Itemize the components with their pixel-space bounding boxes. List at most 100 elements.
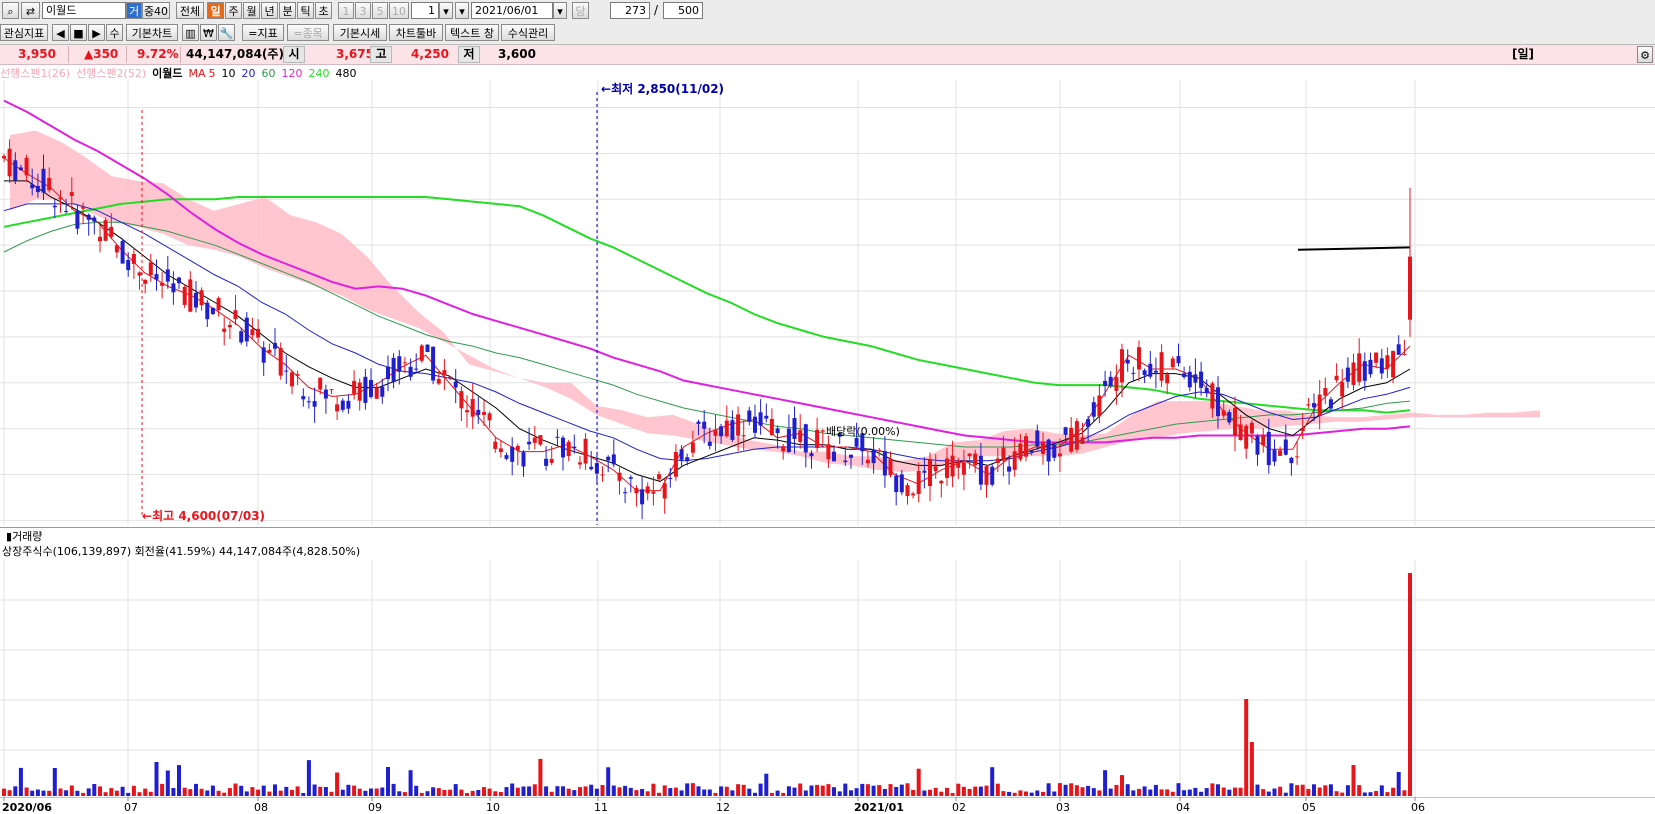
volume-bar [786, 786, 791, 796]
watch-indicator-button[interactable]: 관심지표 [0, 24, 48, 41]
swap-icon[interactable]: ⇄ [21, 2, 40, 19]
volume-bar [1057, 783, 1062, 796]
num-3-button[interactable]: 3 [355, 2, 371, 19]
next-icon[interactable]: ▶ [88, 24, 105, 41]
period-tick-button[interactable]: 틱 [297, 2, 314, 19]
basic-quote-button[interactable]: 기본시세 [333, 24, 387, 41]
num-5-button[interactable]: 5 [372, 2, 388, 19]
candle-body [882, 451, 887, 476]
total-count-input[interactable]: 500 [663, 2, 703, 19]
volume-bar [589, 784, 594, 796]
num-10-button[interactable]: 10 [389, 2, 409, 19]
volume-bar [668, 788, 673, 796]
basic-chart-button[interactable]: 기본차트 [126, 24, 178, 41]
candle-body [1024, 436, 1028, 457]
candle-body [1317, 394, 1322, 416]
candle-body [109, 226, 114, 237]
volume-bar [30, 790, 35, 796]
volume-bar [623, 785, 628, 796]
trade-volume: 44,147,084(주) [186, 47, 284, 61]
volume-bar [515, 787, 520, 796]
text-window-button[interactable]: 텍스트 창 [445, 24, 499, 41]
stock-button[interactable]: =종목 [287, 24, 329, 41]
search-icon[interactable]: ⌕ [2, 2, 19, 19]
candle-body [707, 441, 712, 446]
volume-bar [702, 789, 707, 796]
indicator-button[interactable]: =지표 [242, 24, 284, 41]
candle-body [346, 400, 351, 409]
volume-bar [86, 788, 91, 796]
won-icon[interactable]: ₩ [200, 24, 217, 41]
wrench-icon[interactable]: 🔧 [218, 24, 235, 41]
volume-bar [1238, 787, 1243, 796]
count-input[interactable]: 1 [411, 2, 439, 19]
volume-bar [58, 788, 63, 796]
volume-chart[interactable] [0, 560, 1655, 797]
period-week-button[interactable]: 주 [225, 2, 242, 19]
volume-bar [1012, 792, 1017, 796]
chart-toolbar-button[interactable]: 차트툴바 [389, 24, 443, 41]
volume-bar [662, 785, 667, 796]
period-day-button[interactable]: 일 [207, 2, 224, 19]
ex-dividend-annotation: 배당락(0.00%) [826, 425, 900, 438]
volume-bar [719, 786, 724, 796]
volume-bar [843, 783, 848, 796]
chart-type-icon[interactable]: ▥ [182, 24, 199, 41]
volume-bar [154, 762, 159, 796]
candle-body [425, 344, 430, 352]
candle-body [1204, 387, 1209, 393]
view-count-input[interactable]: 273 [610, 2, 650, 19]
volume-bar [877, 785, 882, 796]
jung-button[interactable]: 중40 [142, 2, 170, 19]
calendar-dropdown-icon[interactable]: ▾ [553, 2, 567, 19]
candle-body [606, 456, 611, 461]
volume-bar [402, 792, 407, 796]
current-button[interactable]: 당 [572, 2, 589, 19]
date-input[interactable]: 2021/06/01 [471, 2, 553, 19]
stock-name-input[interactable]: 이월드 [42, 2, 126, 19]
candle-body [826, 444, 831, 460]
volume-bar [911, 789, 916, 796]
candle-body [549, 458, 554, 463]
period-second-button[interactable]: 초 [315, 2, 332, 19]
volume-bar [1272, 788, 1277, 796]
formula-manager-button[interactable]: 수식관리 [501, 24, 555, 41]
volume-bar [1165, 789, 1170, 796]
volume-bar [284, 786, 289, 796]
period-minute-button[interactable]: 분 [279, 2, 296, 19]
ge-button[interactable]: 거 [126, 2, 142, 19]
candle-body [284, 370, 289, 372]
volume-bar [114, 790, 119, 796]
su-button[interactable]: 수 [106, 24, 123, 41]
price-chart[interactable]: ←최저 2,850(11/02) ←최고 4,600(07/03) 배당락(0.… [0, 80, 1655, 525]
volume-bar [555, 786, 560, 796]
stop-icon[interactable]: ■ [70, 24, 87, 41]
period-year-button[interactable]: 년 [261, 2, 278, 19]
prev-icon[interactable]: ◀ [52, 24, 69, 41]
period-all-button[interactable]: 전체 [176, 2, 204, 19]
candle-body [600, 474, 605, 476]
volume-bar [81, 792, 86, 796]
count-dropdown-icon[interactable]: ▾ [439, 2, 453, 19]
candle-body [990, 466, 995, 485]
candle-body [69, 192, 74, 196]
volume-bar [645, 791, 650, 796]
volume-bar [606, 767, 611, 796]
volume-bar [736, 784, 741, 796]
settings-icon[interactable]: ⚙ [1637, 46, 1653, 63]
volume-bar [798, 783, 803, 796]
candle-body [781, 446, 786, 452]
candle-body [267, 349, 272, 353]
num-1-button[interactable]: 1 [338, 2, 354, 19]
volume-bar [1374, 791, 1379, 796]
candle-body [815, 429, 820, 448]
candle-body [1379, 358, 1384, 374]
volume-bar [1379, 785, 1384, 796]
candle-body [1148, 363, 1153, 377]
date-dropdown-icon[interactable]: ▾ [455, 2, 469, 19]
period-month-button[interactable]: 월 [243, 2, 260, 19]
volume-bar [634, 790, 639, 796]
volume-bar [1362, 792, 1367, 796]
candle-body [532, 437, 537, 443]
volume-bar [640, 789, 645, 796]
